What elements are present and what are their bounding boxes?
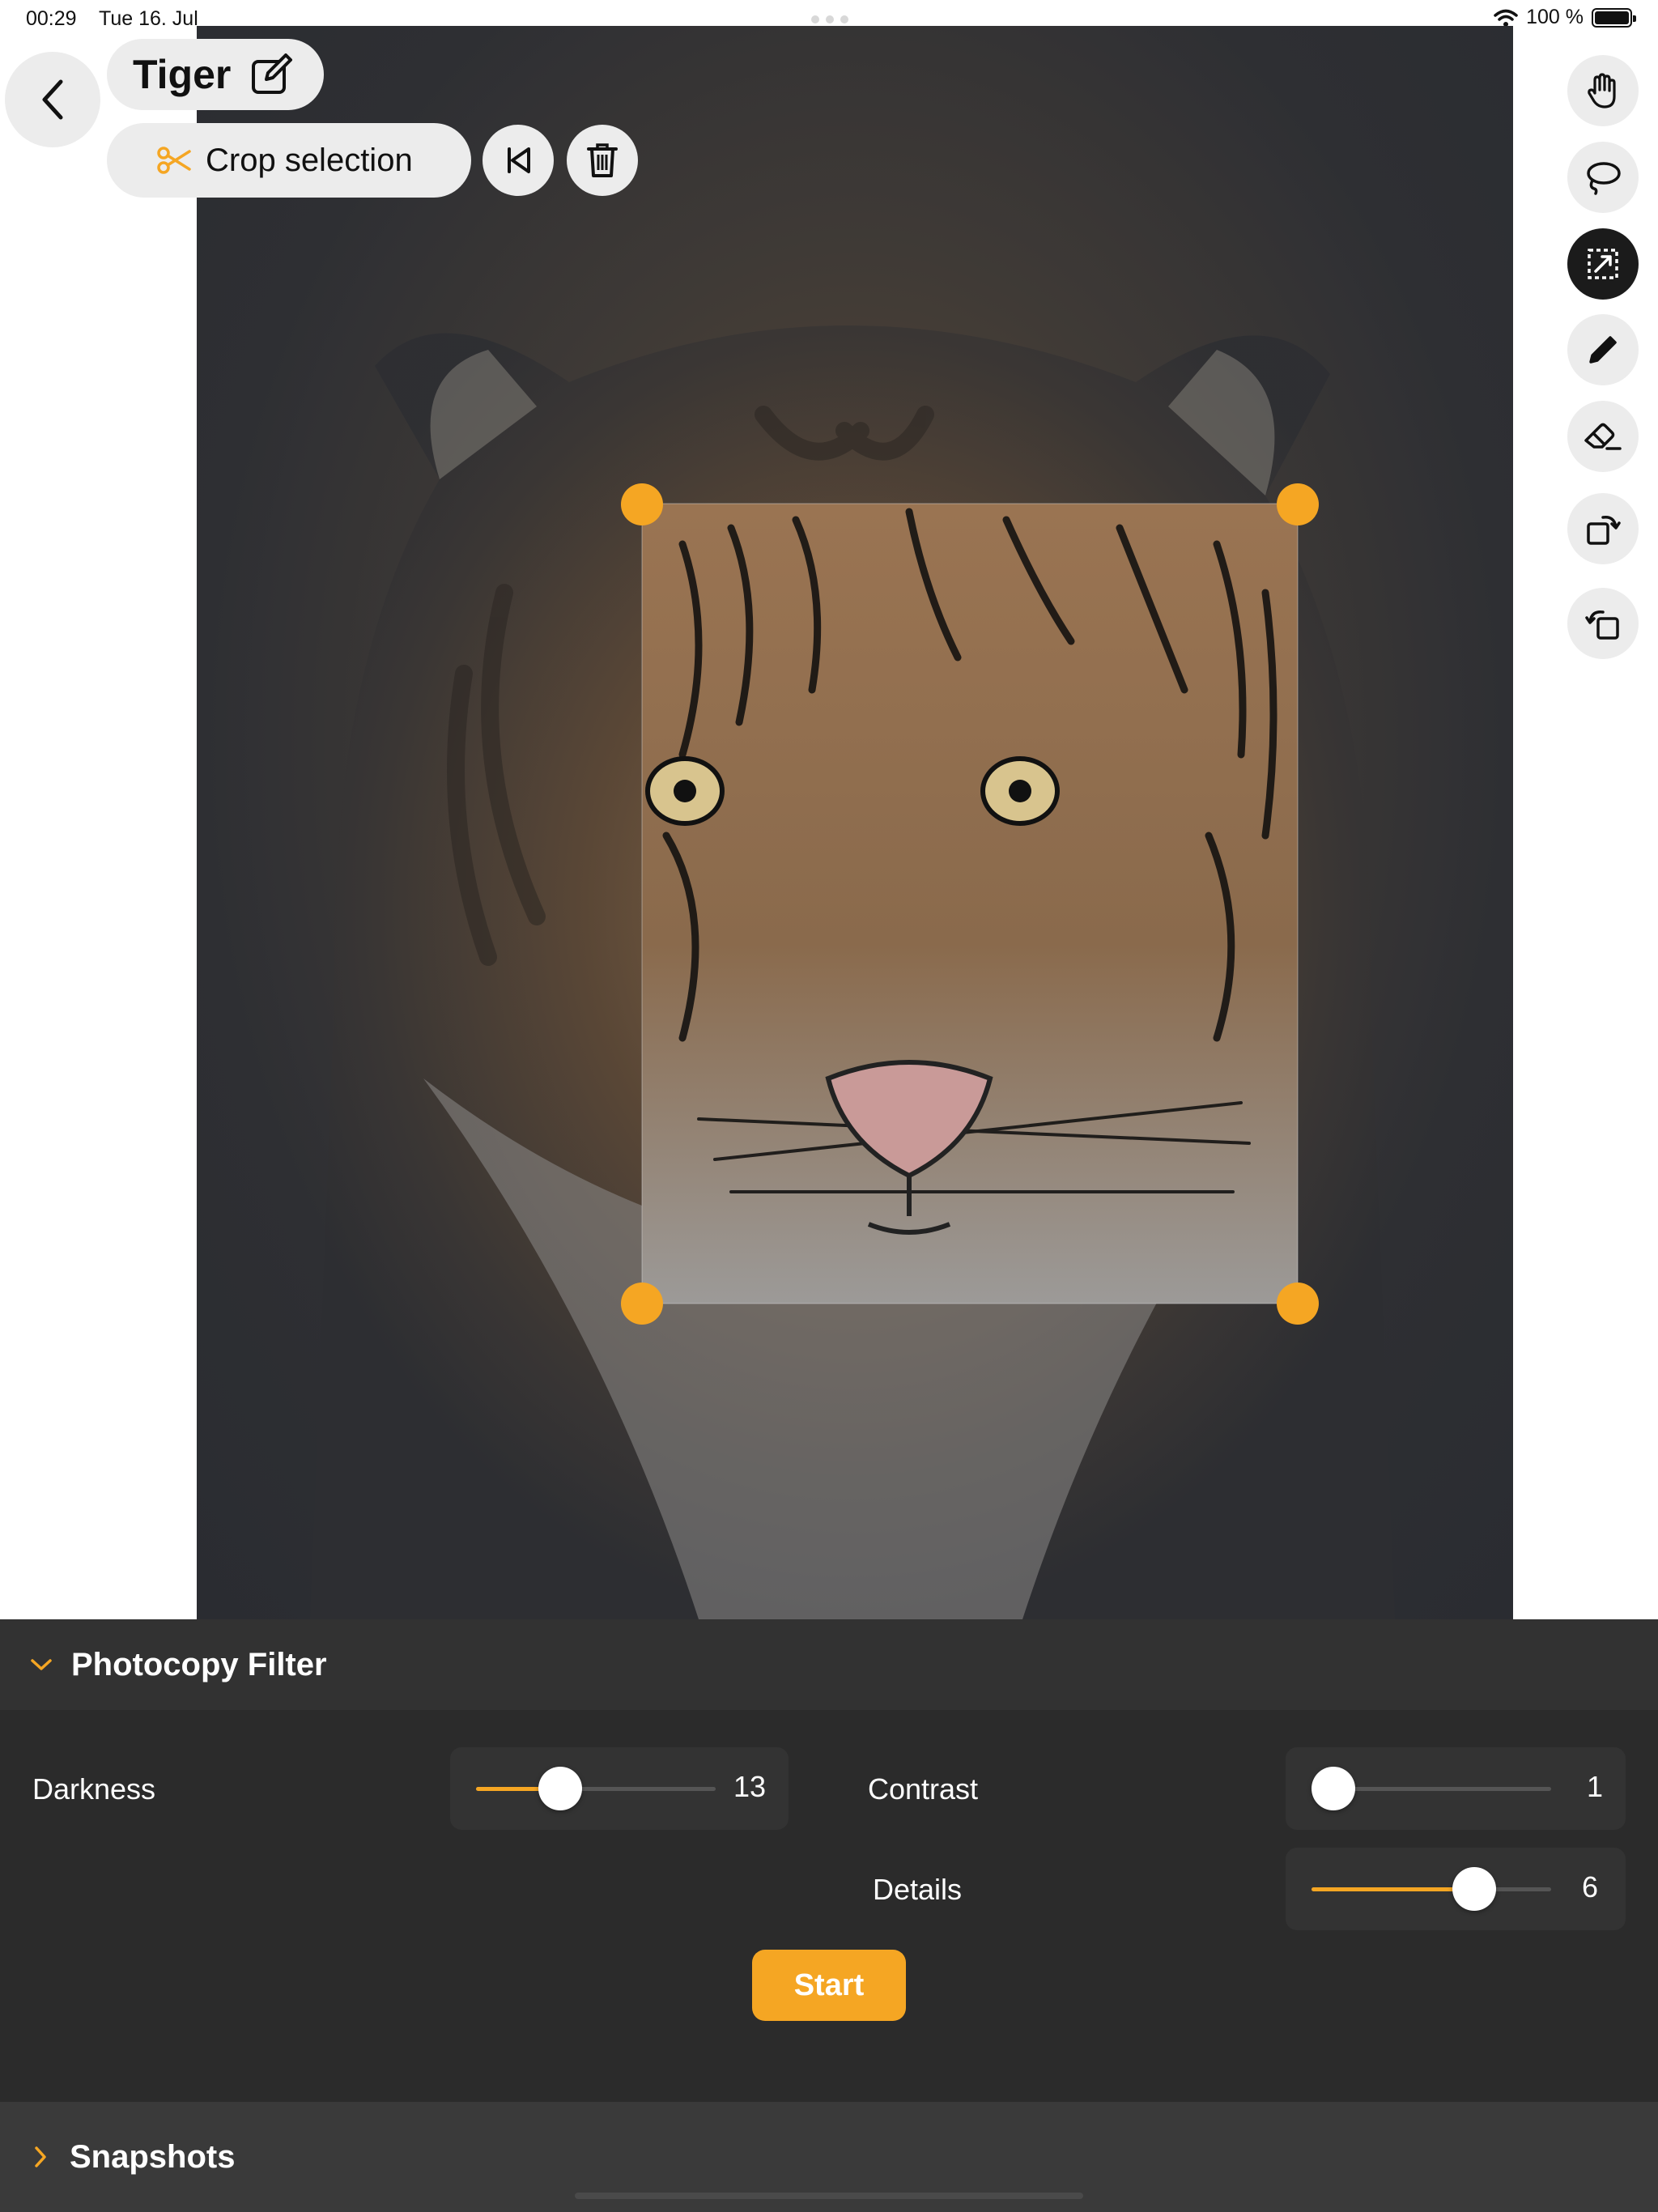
- darkness-slider[interactable]: 13: [450, 1747, 789, 1830]
- delete-button[interactable]: [567, 125, 638, 196]
- selection-handle-bottom-left[interactable]: [621, 1283, 663, 1325]
- eraser-icon: [1584, 423, 1622, 450]
- details-slider-thumb[interactable]: [1452, 1867, 1497, 1911]
- chevron-down-icon: [31, 1659, 52, 1670]
- contrast-label: Contrast: [868, 1772, 979, 1806]
- battery-icon: [1592, 7, 1636, 28]
- tool-crop-frame[interactable]: [1567, 228, 1639, 300]
- skip-back-icon: [508, 147, 530, 173]
- home-indicator: [575, 2193, 1083, 2199]
- tool-hand[interactable]: [1567, 55, 1639, 126]
- contrast-slider[interactable]: 1: [1286, 1747, 1626, 1830]
- pencil-icon: [1589, 336, 1617, 364]
- crop-selection-label: Crop selection: [206, 142, 413, 178]
- trash-icon: [587, 143, 618, 177]
- tiger-photo: [310, 325, 1395, 1619]
- tool-rotate-left[interactable]: [1567, 588, 1639, 659]
- darkness-label: Darkness: [32, 1772, 156, 1806]
- reset-button[interactable]: [483, 125, 554, 196]
- selection-handle-bottom-right[interactable]: [1277, 1283, 1319, 1325]
- crop-selection-button[interactable]: Crop selection: [107, 123, 471, 198]
- selection-handle-top-left[interactable]: [621, 483, 663, 525]
- wifi-icon: [1494, 9, 1518, 27]
- darkness-slider-thumb[interactable]: [538, 1767, 582, 1810]
- edit-icon[interactable]: [250, 53, 293, 96]
- contrast-value: 1: [1587, 1770, 1604, 1803]
- document-title-pill[interactable]: Tiger: [107, 39, 324, 110]
- selection-handle-top-right[interactable]: [1277, 483, 1319, 525]
- rotate-left-icon: [1585, 610, 1619, 640]
- start-button[interactable]: Start: [752, 1950, 906, 2021]
- document-title: Tiger: [133, 52, 232, 97]
- filter-panel-title: Photocopy Filter: [71, 1646, 327, 1682]
- multitask-dots[interactable]: [811, 15, 848, 23]
- darkness-value: 13: [733, 1770, 767, 1803]
- crop-frame-icon: [1588, 249, 1618, 279]
- contrast-slider-thumb[interactable]: [1312, 1767, 1355, 1810]
- tool-lasso[interactable]: [1567, 142, 1639, 213]
- status-right: 100 %: [1494, 6, 1636, 29]
- status-time: 00:29: [26, 7, 77, 30]
- scissors-icon: [157, 147, 191, 174]
- details-slider[interactable]: 6: [1286, 1848, 1626, 1930]
- rotate-right-icon: [1587, 516, 1621, 545]
- details-value: 6: [1582, 1870, 1599, 1904]
- hand-icon: [1588, 73, 1616, 108]
- battery-percent: 100 %: [1526, 6, 1584, 28]
- details-label: Details: [873, 1873, 963, 1906]
- tool-pencil[interactable]: [1567, 314, 1639, 385]
- back-button[interactable]: [5, 52, 100, 147]
- tool-rotate-right[interactable]: [1567, 493, 1639, 564]
- image-canvas[interactable]: [197, 26, 1513, 1619]
- chevron-left-icon: [42, 79, 63, 120]
- filter-panel-header[interactable]: Photocopy Filter: [0, 1619, 1658, 1710]
- chevron-right-icon: [35, 2146, 46, 2167]
- status-date: Tue 16. Jul: [99, 7, 198, 30]
- lasso-icon: [1587, 162, 1621, 195]
- snapshots-title: Snapshots: [70, 2138, 236, 2175]
- tool-eraser[interactable]: [1567, 401, 1639, 472]
